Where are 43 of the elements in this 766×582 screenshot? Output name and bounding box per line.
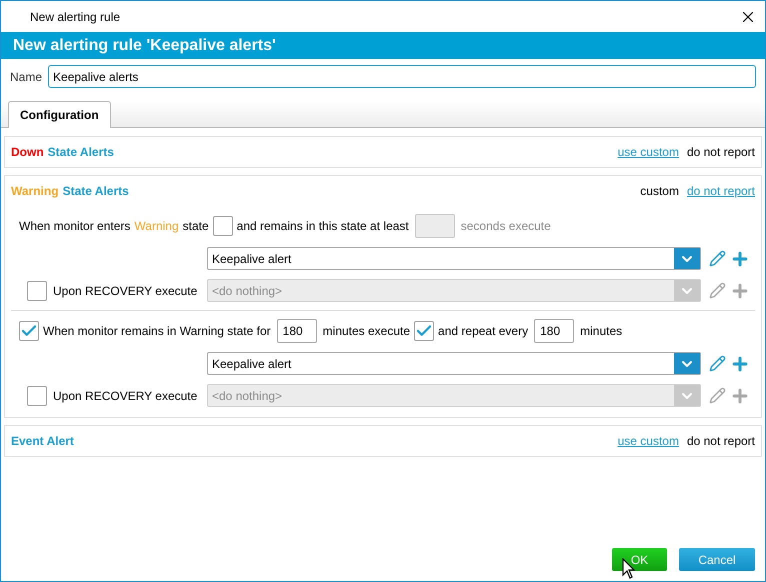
recovery-label: Upon RECOVERY execute xyxy=(53,388,198,404)
condition-text: minutes execute xyxy=(322,323,410,340)
condition-text: Warning xyxy=(134,218,179,235)
dropdown[interactable]: Keepalive alert xyxy=(207,247,701,270)
name-field[interactable]: Keepalive alerts xyxy=(48,65,756,88)
section-title: Down xyxy=(11,144,44,161)
condition-text: seconds execute xyxy=(460,218,551,235)
section-title: State Alerts xyxy=(48,144,114,161)
checkbox[interactable] xyxy=(212,216,233,236)
option-text: custom xyxy=(640,183,679,200)
option-text: do not report xyxy=(686,144,755,161)
condition-text: minutes xyxy=(580,323,622,340)
option-text: do not report xyxy=(686,433,755,450)
edit-icon[interactable] xyxy=(709,250,726,267)
window-title: New alerting rule xyxy=(30,8,122,26)
edit-icon[interactable] xyxy=(709,282,726,299)
number-field[interactable]: 180 xyxy=(534,319,574,343)
condition-text: When monitor enters xyxy=(19,218,130,235)
condition-text: When monitor remains in Warning state for xyxy=(43,323,271,340)
add-icon[interactable] xyxy=(730,386,750,406)
cancel-button[interactable]: Cancel xyxy=(679,548,755,571)
option-link[interactable]: use custom xyxy=(618,432,679,450)
recovery-label: Upon RECOVERY execute xyxy=(53,282,198,300)
option-link[interactable]: do not report xyxy=(686,182,755,200)
dropdown[interactable]: Keepalive alert xyxy=(207,352,701,375)
add-icon[interactable] xyxy=(730,248,750,268)
edit-icon[interactable] xyxy=(709,355,726,372)
add-icon[interactable] xyxy=(730,354,750,374)
name-label: Name xyxy=(10,68,42,86)
condition-text: state xyxy=(182,218,209,235)
checkbox[interactable] xyxy=(414,321,434,341)
section-title: Warning xyxy=(11,183,59,200)
header-title: New alerting rule 'Keepalive alerts' xyxy=(13,36,276,56)
section-title: Event Alert xyxy=(11,433,74,450)
checkbox[interactable] xyxy=(19,321,39,341)
condition-text: and repeat every xyxy=(438,323,528,340)
section-title: State Alerts xyxy=(62,183,129,200)
add-icon[interactable] xyxy=(730,280,750,300)
option-link[interactable]: use custom xyxy=(618,143,679,161)
condition-text: and remains in this state at least xyxy=(236,218,409,235)
edit-icon[interactable] xyxy=(709,387,726,404)
tab[interactable]: Configuration xyxy=(8,101,111,128)
number-field[interactable]: 180 xyxy=(276,319,317,343)
